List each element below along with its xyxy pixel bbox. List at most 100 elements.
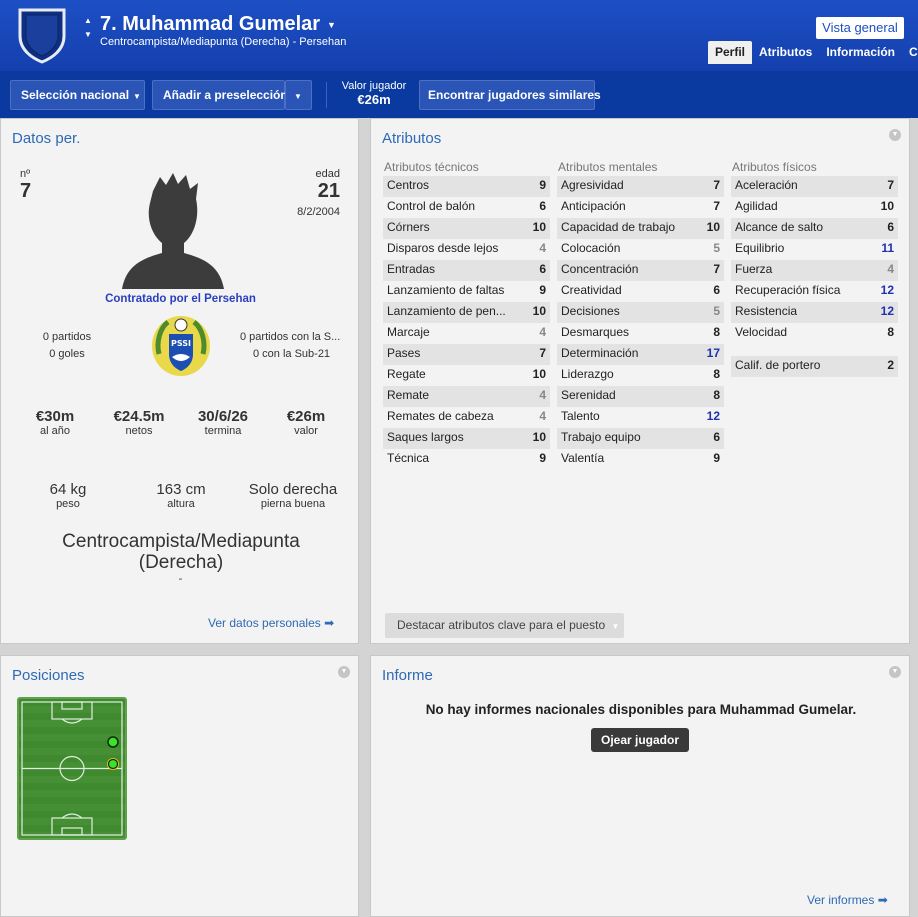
attr-value: 7 bbox=[539, 346, 546, 360]
attr-value: 9 bbox=[713, 451, 720, 465]
attr-row: Agresividad 7 bbox=[557, 176, 724, 197]
salario-label: al año bbox=[40, 425, 70, 437]
attr-row: Creatividad 6 bbox=[557, 281, 724, 302]
player-silhouette-icon bbox=[122, 173, 224, 289]
tab-atributos[interactable]: Atributos bbox=[752, 41, 819, 64]
attr-value: 9 bbox=[539, 283, 546, 297]
ojear-jugador-button[interactable]: Ojear jugador bbox=[591, 728, 689, 752]
attr-name: Anticipación bbox=[561, 199, 626, 213]
attr-value: 7 bbox=[887, 178, 894, 192]
attr-value: 4 bbox=[539, 325, 546, 339]
attr-name: Concentración bbox=[561, 262, 639, 276]
goles-sub-text: 0 con la Sub-21 bbox=[253, 348, 331, 360]
valor-jugador-label: Valor jugador bbox=[341, 80, 407, 92]
attr-name: Aceleración bbox=[735, 178, 798, 192]
ver-informes-link[interactable]: Ver informes ➡ bbox=[807, 893, 888, 907]
attr-value: 10 bbox=[532, 367, 546, 381]
jugadores-similares-button[interactable]: Encontrar jugadores similares bbox=[419, 80, 601, 110]
preseleccion-button[interactable]: Añadir a preselección bbox=[152, 80, 288, 110]
toolbar: Selección nacional ▼ Añadir a preselecció… bbox=[0, 71, 918, 118]
attr-row: Aceleración 7 bbox=[731, 176, 898, 197]
attr-value: 8 bbox=[713, 367, 720, 381]
attr-name: Agilidad bbox=[735, 199, 778, 213]
attr-row: Decisiones 5 bbox=[557, 302, 724, 323]
preseleccion-dropdown[interactable]: ▼ bbox=[285, 80, 312, 110]
attr-name: Marcaje bbox=[387, 325, 430, 339]
edad-value: 21 bbox=[317, 180, 340, 202]
attr-row: Fuerza 4 bbox=[731, 260, 898, 281]
attr-name: Entradas bbox=[387, 262, 436, 276]
chevron-down-icon[interactable]: ▼ bbox=[327, 20, 336, 30]
attr-row: Regate 10 bbox=[383, 365, 550, 386]
attr-row: Trabajo equipo 6 bbox=[557, 428, 724, 449]
attr-value: 6 bbox=[539, 199, 546, 213]
altura-label: altura bbox=[167, 498, 195, 510]
attr-row: Calif. de portero 2 bbox=[731, 356, 898, 377]
destacar-atributos-button[interactable]: Destacar atributos clave para el puesto … bbox=[385, 613, 624, 638]
profile-tabs: Perfil Atributos Información Ch bbox=[708, 41, 918, 64]
edad-label: edad bbox=[315, 168, 340, 180]
attr-name: Fuerza bbox=[735, 262, 773, 276]
atributos-mentales-title: Atributos mentales bbox=[558, 160, 658, 174]
salario-value: €30m bbox=[35, 408, 75, 425]
attr-name: Equilibrio bbox=[735, 241, 785, 255]
attr-row: Saques largos 10 bbox=[383, 428, 550, 449]
attr-row: Resistencia 12 bbox=[731, 302, 898, 323]
attr-row: Lanzamiento de pen... 10 bbox=[383, 302, 550, 323]
ver-datos-personales-link[interactable]: Ver datos personales ➡ bbox=[208, 616, 334, 630]
attr-row: Remates de cabeza 4 bbox=[383, 407, 550, 428]
valor: €26m valor bbox=[275, 408, 337, 437]
attr-row: Colocación 5 bbox=[557, 239, 724, 260]
attr-row: Centros 9 bbox=[383, 176, 550, 197]
attr-name: Decisiones bbox=[561, 304, 620, 318]
panel-title: Informe bbox=[382, 667, 433, 684]
attr-value: 4 bbox=[887, 262, 894, 276]
attr-row: Valentía 9 bbox=[557, 449, 724, 470]
pierna-value: Solo derecha bbox=[248, 481, 338, 498]
seleccion-nacional-button[interactable]: Selección nacional ▼ bbox=[10, 80, 145, 110]
attr-name: Regate bbox=[387, 367, 426, 381]
attr-value: 12 bbox=[880, 304, 894, 318]
vista-general-button[interactable]: Vista general bbox=[816, 17, 904, 39]
attr-row: Pases 7 bbox=[383, 344, 550, 365]
attr-name: Valentía bbox=[561, 451, 605, 465]
attr-row: Determinación 17 bbox=[557, 344, 724, 365]
peso-label: peso bbox=[56, 498, 80, 510]
altura: 163 cm altura bbox=[139, 481, 223, 510]
attr-row: Córners 10 bbox=[383, 218, 550, 239]
attr-row: Remate 4 bbox=[383, 386, 550, 407]
contrato-text[interactable]: Contratado por el Persehan bbox=[1, 293, 360, 305]
tab-ch[interactable]: Ch bbox=[902, 41, 918, 64]
attr-value: 10 bbox=[532, 430, 546, 444]
attr-value: 6 bbox=[539, 262, 546, 276]
tab-perfil[interactable]: Perfil bbox=[708, 41, 753, 64]
player-header: ▲ ▼ 7. Muhammad Gumelar ▼ Centrocampista/… bbox=[0, 0, 918, 71]
attr-row: Alcance de salto 6 bbox=[731, 218, 898, 239]
panel-menu-icon[interactable]: ▼ bbox=[889, 666, 901, 678]
panel-menu-icon[interactable]: ▼ bbox=[889, 129, 901, 141]
valor-jugador-value: €26m bbox=[357, 92, 391, 107]
club-crest-icon bbox=[18, 8, 66, 64]
attr-value: 12 bbox=[880, 283, 894, 297]
attr-value: 8 bbox=[887, 325, 894, 339]
position-dot bbox=[107, 758, 119, 770]
attr-name: Remates de cabeza bbox=[387, 409, 494, 423]
attr-value: 4 bbox=[539, 388, 546, 402]
positions-pitch bbox=[17, 697, 127, 840]
informe-mensaje: No hay informes nacionales disponibles p… bbox=[425, 702, 857, 717]
attr-row: Recuperación física 12 bbox=[731, 281, 898, 302]
tab-informacion[interactable]: Información bbox=[819, 41, 902, 64]
attr-value: 6 bbox=[713, 430, 720, 444]
peso: 64 kg peso bbox=[28, 481, 108, 510]
player-nav-arrows[interactable]: ▲ ▼ bbox=[83, 14, 93, 42]
altura-value: 163 cm bbox=[156, 481, 206, 498]
pierna-label: pierna buena bbox=[260, 498, 326, 510]
attr-value: 10 bbox=[532, 220, 546, 234]
attr-value: 12 bbox=[706, 409, 720, 423]
panel-menu-icon[interactable]: ▼ bbox=[338, 666, 350, 678]
fecha-nacimiento: 8/2/2004 bbox=[297, 206, 340, 218]
salario: €30m al año bbox=[25, 408, 85, 437]
attr-name: Calif. de portero bbox=[735, 358, 821, 372]
numero-value: 7 bbox=[20, 180, 32, 202]
attr-row: Anticipación 7 bbox=[557, 197, 724, 218]
